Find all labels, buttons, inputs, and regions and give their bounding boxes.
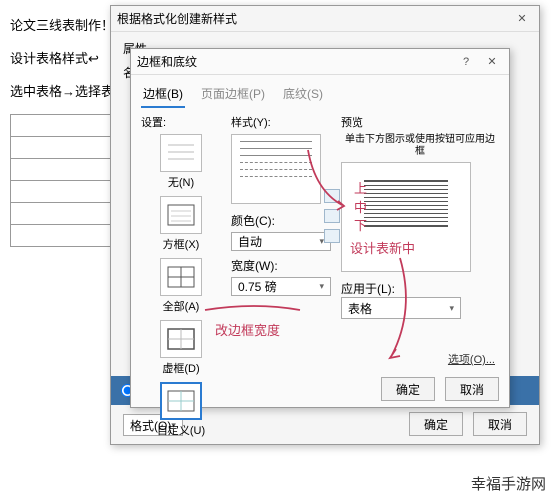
tab-shading[interactable]: 底纹(S) [281, 81, 325, 108]
borders-dialog-title: 边框和底纹 [137, 53, 197, 70]
width-label: 宽度(W): [231, 257, 331, 274]
edge-toggle-bottom[interactable] [324, 229, 340, 243]
preview-label: 预览 [341, 114, 499, 130]
help-icon[interactable]: ? [455, 53, 477, 71]
ok-button[interactable]: 确定 [381, 377, 435, 401]
preset-box-icon [160, 196, 202, 234]
settings-label: 设置: [141, 114, 221, 130]
preset-grid[interactable]: 虚框(D) [141, 320, 221, 376]
preset-none-icon [160, 134, 202, 172]
edge-toggle-top[interactable] [324, 189, 340, 203]
preset-custom[interactable]: 自定义(U) [141, 382, 221, 438]
watermark: 幸福手游网 [471, 473, 546, 494]
line-style-list[interactable] [231, 134, 321, 204]
color-label: 颜色(C): [231, 212, 331, 229]
options-button[interactable]: 选项(O)... [448, 351, 495, 367]
style-label: 样式(Y): [231, 114, 331, 130]
preset-all-icon [160, 258, 202, 296]
border-preview[interactable] [341, 162, 471, 272]
preset-grid-icon [160, 320, 202, 358]
preset-none[interactable]: 无(N) [141, 134, 221, 190]
borders-dialog-titlebar: 边框和底纹 ? ✕ [131, 49, 509, 75]
width-combo[interactable]: 0.75 磅 ▾ [231, 277, 331, 296]
close-icon[interactable]: ✕ [481, 53, 503, 71]
apply-to-combo[interactable]: 表格 ▾ [341, 297, 461, 319]
preset-all[interactable]: 全部(A) [141, 258, 221, 314]
preview-hint: 单击下方图示或使用按钮可应用边框 [341, 134, 499, 158]
borders-shading-dialog: 边框和底纹 ? ✕ 边框(B) 页面边框(P) 底纹(S) 设置: 无(N) [130, 48, 510, 408]
chevron-down-icon: ▾ [449, 303, 454, 314]
color-combo[interactable]: 自动 ▾ [231, 232, 331, 251]
edge-toggle-mid[interactable] [324, 209, 340, 223]
apply-to-label: 应用于(L): [341, 280, 395, 297]
style-dialog-titlebar: 根据格式化创建新样式 ✕ [111, 6, 539, 32]
tab-bar: 边框(B) 页面边框(P) 底纹(S) [131, 75, 509, 108]
preset-custom-icon [160, 382, 202, 420]
tab-borders[interactable]: 边框(B) [141, 81, 185, 108]
tab-page-borders[interactable]: 页面边框(P) [199, 81, 267, 108]
cancel-button[interactable]: 取消 [445, 377, 499, 401]
preset-box[interactable]: 方框(X) [141, 196, 221, 252]
close-icon[interactable]: ✕ [511, 10, 533, 28]
style-dialog-title: 根据格式化创建新样式 [117, 10, 237, 27]
chevron-down-icon: ▾ [319, 281, 324, 292]
